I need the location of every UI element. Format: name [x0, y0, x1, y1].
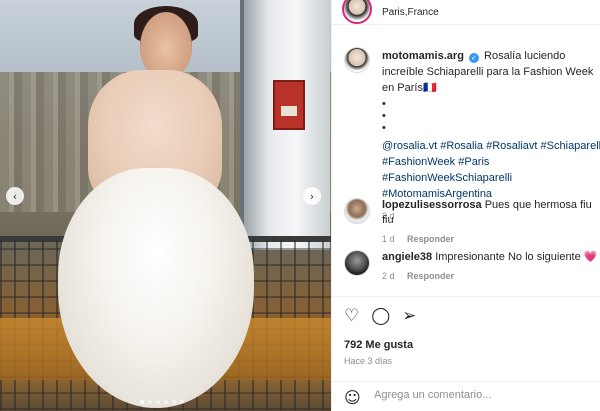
carousel-dot — [164, 400, 168, 404]
verified-icon: ✓ — [468, 53, 479, 63]
commenter-avatar[interactable] — [344, 198, 370, 224]
hashtag-link[interactable]: #Rosalia — [440, 140, 483, 152]
carousel-dot — [156, 400, 160, 404]
caption-bullet: • — [382, 110, 386, 122]
comment-icon[interactable]: ◯ — [371, 306, 390, 326]
carousel-dot — [148, 400, 152, 404]
carousel-dot — [180, 400, 184, 404]
caption-hashtags: @rosalia.vt #Rosalia #Rosaliavt #Schiapa… — [382, 138, 600, 202]
post-side-panel: Paris,France motomamis.arg ✓ Rosalía luc… — [331, 0, 600, 411]
add-comment-row: ☺ — [332, 381, 600, 411]
posted-ago: Hace 3 días — [344, 356, 393, 366]
hashtag-link[interactable]: #FashionWeek — [382, 156, 455, 168]
comment-username[interactable]: lopezulisessorrosa — [382, 199, 482, 211]
hashtag-link[interactable]: #Rosaliavt — [486, 140, 537, 152]
comment-meta: 1 d Responder — [382, 232, 600, 247]
reply-button[interactable]: Responder — [407, 234, 454, 244]
share-icon[interactable]: ➢ — [402, 306, 416, 326]
caption-bullet: • — [382, 98, 386, 110]
photo-fur-skirt — [58, 168, 254, 408]
heart-icon[interactable]: ♡ — [344, 306, 359, 326]
header-avatar[interactable] — [342, 0, 372, 24]
carousel-dot — [172, 400, 176, 404]
hashtag-link[interactable]: #FashionWeekSchiaparelli — [382, 172, 512, 184]
comment-item: lopezulisessorrosa Pues que hermosa fiu … — [382, 198, 600, 247]
comment-time: 2 d — [382, 271, 395, 281]
carousel-dots — [140, 400, 184, 404]
chevron-right-icon[interactable]: › — [303, 187, 321, 205]
hashtag-link[interactable]: #Schiaparelli — [541, 140, 600, 152]
actions-divider — [332, 296, 600, 297]
hashtag-link[interactable]: @rosalia.vt — [382, 140, 437, 152]
chevron-left-icon[interactable]: ‹ — [6, 187, 24, 205]
photo-head — [140, 12, 192, 78]
post-photo[interactable]: ‹ › — [0, 0, 331, 411]
emoji-icon[interactable]: ☺ — [344, 388, 361, 407]
reply-button[interactable]: Responder — [407, 271, 454, 281]
carousel-dot — [140, 400, 144, 404]
header-divider — [332, 24, 600, 25]
author-avatar[interactable] — [344, 47, 370, 73]
caption-bullet: • — [382, 122, 386, 134]
author-username[interactable]: motomamis.arg — [382, 50, 464, 62]
post-location[interactable]: Paris,France — [382, 7, 439, 18]
comment-input[interactable] — [374, 389, 594, 401]
photo-red-box — [273, 80, 305, 130]
comment-item: angiele38 Impresionante No lo siguiente … — [382, 250, 600, 284]
commenter-avatar[interactable] — [344, 250, 370, 276]
post-actions: ♡ ◯ ➢ — [344, 306, 417, 326]
caption-bullets: • • • — [382, 98, 600, 134]
hashtag-link[interactable]: #Paris — [458, 156, 489, 168]
comment-time: 1 d — [382, 234, 395, 244]
comment-text: Impresionante No lo siguiente 💗 — [435, 251, 598, 263]
comment-meta: 2 d Responder — [382, 269, 600, 284]
comment-username[interactable]: angiele38 — [382, 251, 432, 263]
likes-count[interactable]: 792 Me gusta — [344, 339, 413, 351]
instagram-post-view: ‹ › Paris,France motomamis.arg ✓ Rosalía… — [0, 0, 600, 411]
